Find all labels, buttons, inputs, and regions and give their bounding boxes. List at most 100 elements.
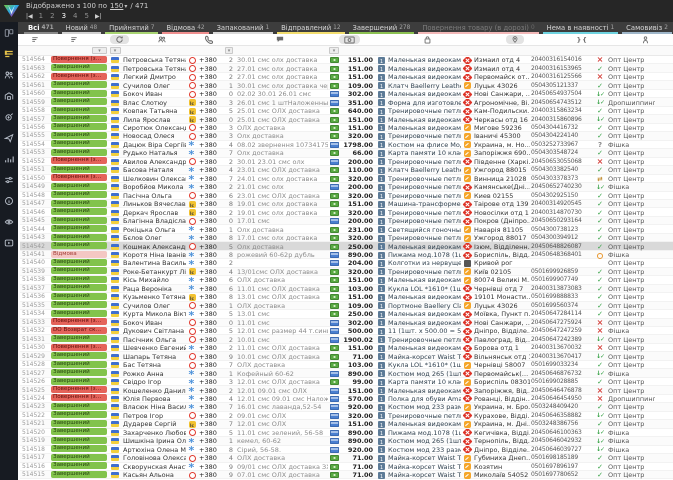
- payments-icon[interactable]: [3, 111, 15, 122]
- order-row[interactable]: 514560 Завершений Бокоч Иван +380 0 02.0…: [20, 89, 673, 99]
- page-number[interactable]: 1: [39, 12, 43, 20]
- ttn-cell[interactable]: 20450646100363: [530, 429, 593, 437]
- page-number[interactable]: 5: [85, 12, 89, 20]
- phone-cell[interactable]: +380: [198, 209, 224, 217]
- status-filter-dropdown[interactable]: [92, 47, 107, 54]
- ttn-cell[interactable]: 20400313670417: [530, 353, 593, 361]
- phone-cell[interactable]: +380: [198, 463, 224, 471]
- warehouse-icon[interactable]: [3, 90, 15, 101]
- ttn-cell[interactable]: 0501699033234: [530, 361, 593, 369]
- phone-cell[interactable]: +380: [198, 454, 224, 462]
- refresh-icon[interactable]: [101, 35, 138, 44]
- ttn-cell[interactable]: 20450647247259: [530, 327, 593, 335]
- phone-cell[interactable]: +380: [198, 378, 224, 386]
- ttn-cell[interactable]: 0504300738123: [530, 226, 593, 234]
- order-row[interactable]: 514518 Завершений Артюхіна Олена Ми… +38…: [20, 445, 673, 455]
- ttn-cell[interactable]: 20400316154016: [530, 56, 593, 64]
- ttn-cell[interactable]: 20450654937504: [530, 90, 593, 98]
- page-number[interactable]: 3: [62, 12, 66, 20]
- phone-cell[interactable]: +380: [198, 90, 224, 98]
- order-row[interactable]: 514554 Завершений Дацюк Віра Сергіївна +…: [20, 140, 673, 150]
- order-row[interactable]: 514532 DO Возврат ск… Дукович Світлана +…: [20, 326, 673, 336]
- order-row[interactable]: 514527 Завершений Рожко Анна +380 1 Кофе…: [20, 369, 673, 378]
- ttn-cell[interactable]: 20400313670032: [530, 344, 593, 352]
- phone-cell[interactable]: +380: [198, 446, 224, 454]
- phone-cell[interactable]: +380: [198, 259, 224, 267]
- ttn-cell[interactable]: 20450646476878: [530, 387, 593, 395]
- phone-cell[interactable]: +380: [198, 175, 224, 183]
- phone-cell[interactable]: +380: [198, 183, 224, 191]
- order-row[interactable]: 514549 Завершений Воробйов Микола +380 2…: [20, 182, 673, 192]
- phone-cell[interactable]: +380: [198, 141, 224, 149]
- order-row[interactable]: 514564 Повернення (з… Петровська Тетяна …: [20, 56, 673, 65]
- order-row[interactable]: 514533 Повернення (з… Бокоч Иван +380 0 …: [20, 318, 673, 327]
- phone-cell[interactable]: +380: [198, 192, 224, 200]
- ttn-cell[interactable]: 0504300394912: [530, 234, 593, 242]
- ttn-cell[interactable]: 0501698185189: [530, 454, 593, 462]
- days-filter-dropdown[interactable]: [225, 47, 233, 54]
- phone-cell[interactable]: +380: [198, 268, 224, 276]
- ttn-cell[interactable]: 0503248386756: [530, 420, 593, 428]
- order-row[interactable]: 514531 Завершений Пасічник Ольга +380 2 …: [20, 335, 673, 344]
- pin-icon[interactable]: [483, 35, 547, 44]
- order-row[interactable]: 514555 Завершений Новосад Олеся +380 3 О…: [20, 131, 673, 141]
- status-tab[interactable]: Новий 48: [60, 22, 104, 34]
- order-row[interactable]: 514522 Завершений Петров Ігор +380 2 09.…: [20, 411, 673, 421]
- phone-cell[interactable]: +380: [198, 437, 224, 445]
- bag-icon[interactable]: [372, 35, 483, 45]
- order-row[interactable]: 514547 Завершений Линьков Вячеслав +380 …: [20, 199, 673, 209]
- ttn-cell[interactable]: 20400313873083: [530, 285, 593, 293]
- order-row[interactable]: 514530 Повернення (з… Шевченко Евгений +…: [20, 343, 673, 353]
- status-tab[interactable]: Самовивіз 2: [620, 22, 673, 34]
- phone-cell[interactable]: +380: [198, 124, 224, 132]
- phone-cell[interactable]: +380: [198, 293, 224, 301]
- settings-sliders-icon[interactable]: [3, 174, 15, 185]
- info-icon[interactable]: [3, 195, 15, 206]
- order-row[interactable]: 514528 Завершений Бас Тетяна +380 7 ОЛХ …: [20, 360, 673, 370]
- phone-cell[interactable]: +380: [198, 243, 224, 251]
- ttn-cell[interactable]: 20450650293164: [530, 217, 593, 225]
- ttn-cell[interactable]: 20450646876732: [530, 370, 593, 378]
- ttn-cell[interactable]: 20400315860896: [530, 116, 593, 124]
- phone-cell[interactable]: +380: [198, 217, 224, 225]
- order-row[interactable]: 514521 Завершений Дударев Сергій +380 7 …: [20, 419, 673, 429]
- ttn-cell[interactable]: 20450646358882: [530, 412, 593, 420]
- ttn-cell[interactable]: 20400316125566: [530, 73, 593, 81]
- ttn-cell[interactable]: 20450648826087: [530, 243, 593, 251]
- ttn-cell[interactable]: 20400316153965: [530, 65, 593, 73]
- orders-list-icon[interactable]: [3, 48, 15, 59]
- chat-icon[interactable]: [232, 35, 328, 44]
- status-tab[interactable]: Відправлений 12: [275, 22, 346, 34]
- status-tab[interactable]: Прийнятий 7: [103, 22, 160, 34]
- order-row[interactable]: 514515 Завершений Касьян Альона +380 9 0…: [20, 470, 673, 480]
- phone-cell[interactable]: +380: [198, 149, 224, 157]
- status-tab[interactable]: Запакований 1: [211, 22, 276, 34]
- ttn-cell[interactable]: 20450646042932: [530, 437, 593, 445]
- stats-icon[interactable]: [3, 153, 15, 164]
- first-page-button[interactable]: [26, 13, 33, 20]
- phone-cell[interactable]: +380: [198, 327, 224, 335]
- order-row[interactable]: 514557 Завершений Лила Ярослав +380 0 25…: [20, 115, 673, 124]
- status-tab[interactable]: Повернення товару (в дорозі) 0: [416, 22, 540, 34]
- phone-cell[interactable]: +380: [198, 276, 224, 284]
- sort-lines-icon[interactable]: [48, 35, 101, 44]
- phone-cell[interactable]: +380: [198, 361, 224, 369]
- ttn-cell[interactable]: 20450652740230: [530, 183, 593, 191]
- clients-icon[interactable]: [138, 35, 186, 44]
- phone-cell[interactable]: +380: [198, 412, 224, 420]
- phone-icon[interactable]: [186, 35, 232, 44]
- order-row[interactable]: 514517 Завершений Головінова Олексан… +3…: [20, 453, 673, 463]
- ttn-cell[interactable]: 0504302925150: [530, 192, 593, 200]
- ttn-cell[interactable]: 20450646039727: [530, 446, 593, 454]
- ttn-cell[interactable]: 0501699028885: [530, 378, 593, 386]
- phone-cell[interactable]: +380: [198, 65, 224, 73]
- order-row[interactable]: 514538 Завершений Кісь Михайло +380 6 ОЛ…: [20, 275, 673, 285]
- ttn-cell[interactable]: 0504303548724: [530, 149, 593, 157]
- last-page-button[interactable]: [95, 13, 102, 20]
- phone-cell[interactable]: +380: [198, 302, 224, 310]
- ttn-cell[interactable]: 0501699888833: [530, 293, 593, 301]
- courier-icon[interactable]: [618, 35, 673, 45]
- ttn-cell[interactable]: 20450646454950: [530, 395, 593, 403]
- phone-cell[interactable]: +380: [198, 395, 224, 403]
- phone-cell[interactable]: +380: [198, 420, 224, 428]
